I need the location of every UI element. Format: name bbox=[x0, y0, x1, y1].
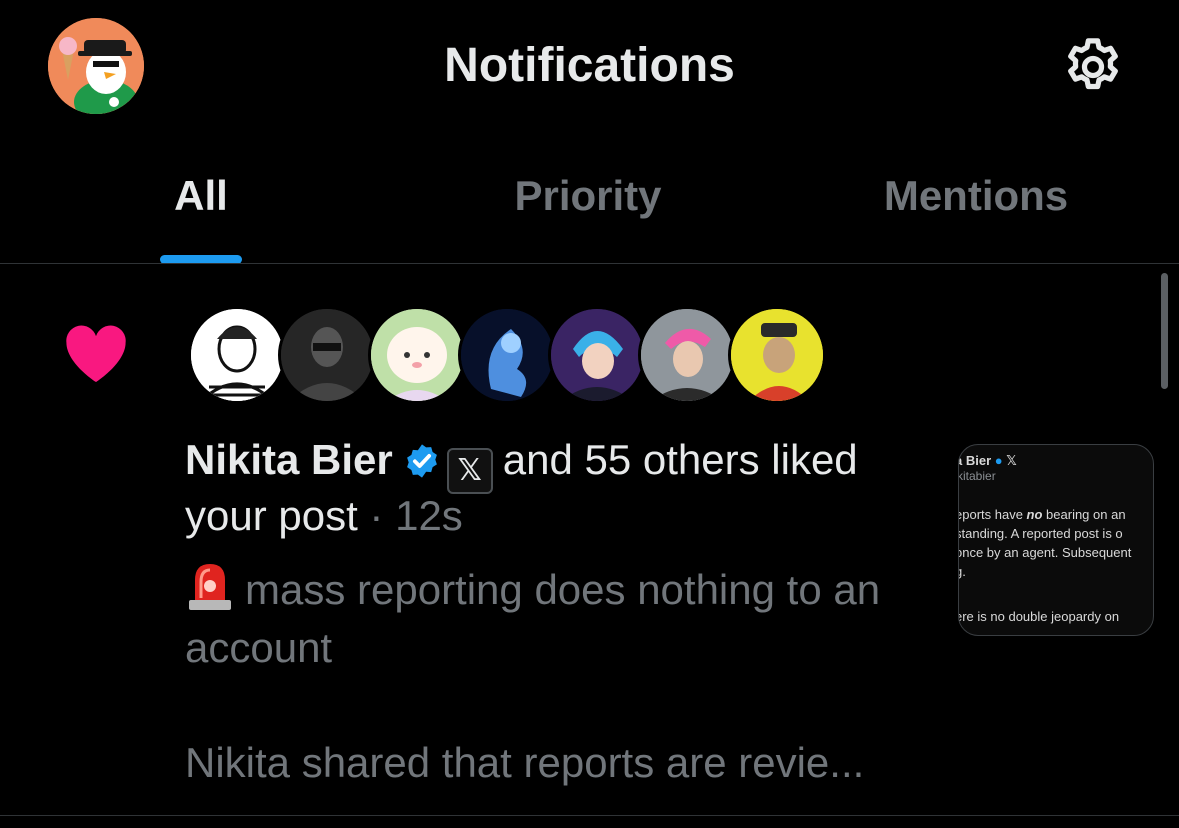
rotating-light-icon bbox=[189, 564, 231, 610]
timestamp: 12s bbox=[395, 492, 463, 539]
liker-avatar[interactable] bbox=[638, 306, 736, 404]
top-bar: Notifications bbox=[0, 0, 1179, 132]
preview-handle: kitabier bbox=[958, 469, 996, 483]
notification-summary-line2: your post · 12s bbox=[185, 488, 463, 544]
liker-avatar[interactable] bbox=[368, 306, 466, 404]
heart-icon bbox=[66, 325, 126, 383]
tab-mentions[interactable]: Mentions bbox=[866, 172, 1086, 220]
preview-body-last: ere is no double jeopardy on bbox=[958, 609, 1120, 624]
page-title: Notifications bbox=[444, 39, 735, 92]
post-excerpt[interactable]: Nikita shared that reports are revie... bbox=[185, 734, 864, 792]
post-text[interactable]: mass reporting does nothing to an accoun… bbox=[185, 558, 905, 677]
separator: · bbox=[357, 492, 396, 539]
liker-avatar[interactable] bbox=[278, 306, 376, 404]
post-content: mass reporting does nothing to an accoun… bbox=[185, 566, 881, 671]
liker-avatar[interactable] bbox=[728, 306, 826, 404]
liker-avatar[interactable] bbox=[458, 306, 556, 404]
liker-avatar[interactable] bbox=[188, 306, 286, 404]
like-notification[interactable]: Nikita Bier 𝕏and 55 others liked your pos… bbox=[0, 264, 1179, 815]
divider bbox=[0, 815, 1179, 816]
liker-avatar[interactable] bbox=[548, 306, 646, 404]
notification-summary: Nikita Bier 𝕏and 55 others liked bbox=[185, 432, 858, 494]
actor-name[interactable]: Nikita Bier bbox=[185, 436, 393, 483]
tab-all[interactable]: All bbox=[130, 172, 272, 220]
summary-suffix: and 55 others liked bbox=[502, 436, 858, 483]
gear-icon[interactable] bbox=[1060, 34, 1126, 100]
summary-line2: your post bbox=[185, 492, 358, 539]
preview-body: eports have no bearing on an standing. A… bbox=[958, 507, 1132, 579]
tab-priority[interactable]: Priority bbox=[488, 172, 688, 220]
post-preview-card[interactable]: a Bier ● 𝕏 kitabier eports have no beari… bbox=[958, 444, 1154, 636]
verified-badge-icon bbox=[406, 444, 437, 478]
tab-bar: All Priority Mentions bbox=[0, 150, 1179, 264]
